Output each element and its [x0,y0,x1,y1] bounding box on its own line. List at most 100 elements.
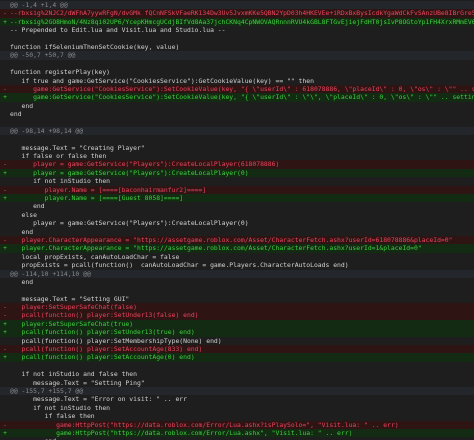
diff-marker [0,77,10,85]
diff-marker [0,1,10,9]
line-text: end [10,277,34,286]
diff-marker [0,278,10,286]
line-text: player:SetSuperSafeChat(true) [10,319,134,328]
context-line: message.Text = "Setting GUI" [0,295,474,303]
removed-line: - player.CharacterAppearance = "https://… [0,235,474,245]
diff-marker: - [3,235,7,244]
line-text: pcall(function() player:SetUnder13(false… [10,311,199,320]
diff-marker [0,60,10,68]
diff-marker: - [3,303,7,312]
line-text [10,60,474,68]
diff-marker [0,261,10,269]
diff-marker [0,35,10,43]
diff-marker: + [3,168,7,177]
context-line [0,135,474,143]
diff-marker [0,135,10,143]
line-text: local propExists, canAutoLoadChar = fals… [10,252,180,261]
diff-marker [0,412,10,420]
diff-marker [0,211,10,219]
diff-marker: - [3,84,7,93]
line-text: propExists = pcall(function() canAutoLoa… [10,261,349,270]
diff-marker [0,152,10,160]
line-text: game:HttpPost("https://data.roblox.com/E… [10,428,353,437]
line-text: @@ -50,7 +50,7 @@ [10,51,76,60]
diff-view: @@ -1,4 +1,4 @@ - --rbxsig%2NJC2/dWFhA7yyw… [0,0,474,440]
line-text: end [10,110,22,119]
line-text: @@ -98,14 +98,14 @@ [10,126,84,135]
context-line: message.Text = "Setting Ping" [0,379,474,387]
line-text: --rbxsig%2GO8HmoN/4Nz8qi02UP6/YcepKHmcgU… [10,17,474,26]
diff-marker [0,379,10,387]
line-text: else [10,210,37,219]
diff-marker: + [3,353,7,362]
diff-marker: + [3,244,7,253]
diff-marker [0,51,10,59]
line-text: if not inStudio and false then [10,370,137,379]
diff-marker: + [3,428,7,437]
line-text [10,35,474,43]
diff-marker [0,337,10,345]
context-line [0,35,474,43]
line-text: function ifSeleniumThenSetCookie(key, va… [10,42,180,51]
diff-marker [0,404,10,412]
hunk-header: @@ -1,4 +1,4 @@ [0,1,474,10]
line-text: if false then [10,412,95,421]
diff-marker [0,270,10,278]
diff-marker: - [3,160,7,169]
line-text: player.CharacterAppearance = "https://as… [10,244,422,253]
diff-marker [0,43,10,51]
diff-marker [0,295,10,303]
added-line: + game:GetService("CookiesService"):SetC… [0,93,474,102]
context-line: else [0,211,474,219]
line-text [10,286,474,294]
line-text: pcall(function() player:SetMembershipTyp… [10,336,222,345]
context-line [0,362,474,370]
added-line: + pcall(function() player:SetAccountAge(… [0,353,474,362]
line-text: player = game:GetService("Players"):Crea… [10,160,280,169]
line-text: pcall(function() player:SetAccountAge(0)… [10,353,195,362]
diff-marker: - [3,311,7,320]
removed-line: - player:SetSuperSafeChat(false) [0,303,474,312]
added-line: + player.Name = [====[Guest 8058]====] [0,193,474,203]
line-text: game:GetService("CookiesService"):SetCoo… [10,84,474,93]
hunk-header: @@ -155,7 +155,7 @@ [0,386,474,396]
context-line: if false then [0,412,474,420]
diff-marker [0,387,10,395]
diff-marker [0,286,10,294]
removed-line: - pcall(function() player:SetAccountAge(… [0,345,474,354]
context-line: end [0,202,474,210]
line-text: @@ -1,4 +1,4 @@ [10,1,68,9]
diff-marker: + [3,93,7,102]
removed-line: - game:GetService("CookiesService"):SetC… [0,84,474,94]
diff-marker: + [3,319,7,328]
context-line: if not inStudio and false then [0,370,474,378]
context-line: propExists = pcall(function() canAutoLoa… [0,261,474,269]
line-text: pcall(function() player:SetAccountAge(83… [10,345,203,354]
diff-marker: - [3,420,7,429]
context-line: end [0,278,474,286]
context-line: end [0,110,474,118]
context-line: if false or false then [0,152,474,160]
diff-marker [0,127,10,135]
context-line: player = game:GetService("Players"):Crea… [0,219,474,227]
line-text [10,362,474,370]
context-line: function registerPlay(key) [0,68,474,76]
added-line: + pcall(function() player:SetUnder13(tru… [0,328,474,337]
added-line: + --rbxsig%2GO8HmoN/4Nz8qi02UP6/YcepKHmcg… [0,17,474,27]
line-text: player.Name = [====[Guest 8058]====] [10,193,184,202]
line-text: -- Prepended to Edit.lua and Visit.lua a… [10,26,226,35]
context-line [0,118,474,126]
context-line: -- Prepended to Edit.lua and Visit.lua a… [0,26,474,34]
hunk-header: @@ -114,10 +114,10 @@ [0,269,474,278]
context-line: end [0,228,474,236]
removed-line: - pcall(function() player:SetUnder13(fal… [0,311,474,320]
diff-marker [0,202,10,210]
diff-marker [0,395,10,403]
context-line [0,60,474,68]
line-text: pcall(function() player:SetUnder13(true)… [10,328,195,337]
line-text: function registerPlay(key) [10,68,111,77]
context-line: if true and game:GetService("CookiesServ… [0,77,474,85]
line-text: message.Text = "Setting GUI" [10,294,130,303]
diff-marker [0,102,10,110]
context-line [0,286,474,294]
